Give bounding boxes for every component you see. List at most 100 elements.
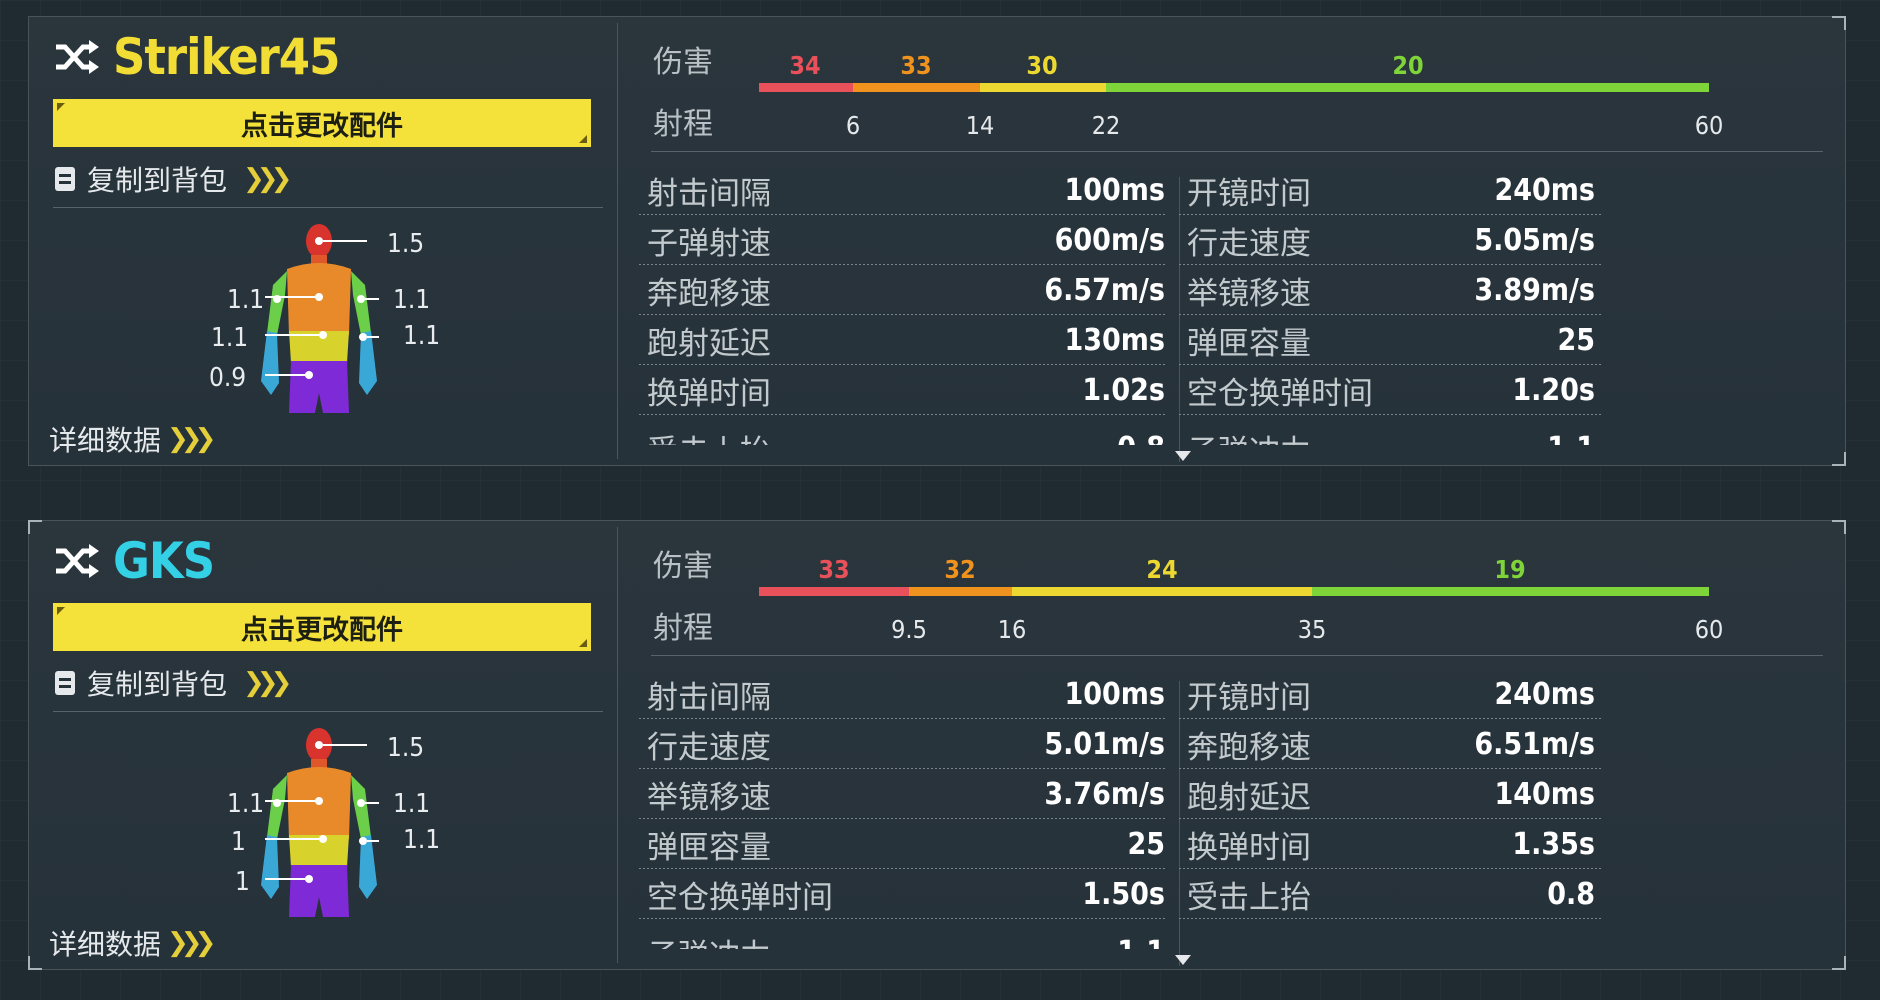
stat-label: 射击间隔 bbox=[647, 175, 771, 212]
damage-value: 33 bbox=[900, 51, 932, 80]
stat-row: 子弹射速 600m/s 行走速度 5.05m/s bbox=[639, 215, 1699, 265]
stat-label: 子弹冲力 bbox=[647, 927, 771, 950]
range-break: 60 bbox=[1694, 615, 1724, 644]
copy-to-backpack-link[interactable]: 复制到背包 ❯❯❯ bbox=[53, 159, 292, 199]
damage-value: 33 bbox=[818, 555, 850, 584]
weapon-name: Striker45 bbox=[113, 28, 340, 86]
corner-bracket bbox=[1832, 956, 1846, 970]
body-figure-icon bbox=[261, 728, 379, 917]
modify-attachments-button[interactable]: 点击更改配件 bbox=[53, 603, 591, 651]
damage-value: 34 bbox=[789, 51, 821, 80]
damage-segment-green bbox=[1106, 83, 1709, 92]
stat-value: 240ms bbox=[1494, 172, 1595, 208]
stat-label: 受击上抬 bbox=[647, 423, 771, 446]
copy-to-backpack-link[interactable]: 复制到背包 ❯❯❯ bbox=[53, 663, 292, 703]
weapon-name: GKS bbox=[113, 532, 215, 590]
stat-value: 100ms bbox=[1064, 172, 1165, 208]
stat-row: 行走速度 5.01m/s 奔跑移速 6.51m/s bbox=[639, 719, 1699, 769]
stat-label: 举镜移速 bbox=[647, 779, 771, 816]
range-break: 35 bbox=[1297, 615, 1327, 644]
stat-label: 射击间隔 bbox=[647, 679, 771, 716]
shuffle-icon[interactable] bbox=[53, 541, 101, 581]
stat-value: 1.50s bbox=[1082, 876, 1165, 912]
chevron-right-icon: ❯❯❯ bbox=[243, 164, 292, 194]
stat-label: 举镜移速 bbox=[1187, 275, 1311, 312]
copy-label: 复制到背包 bbox=[87, 164, 228, 197]
stat-value: 3.89m/s bbox=[1474, 272, 1595, 308]
divider bbox=[53, 207, 603, 208]
stat-row: 射击间隔 100ms 开镜时间 240ms bbox=[639, 165, 1699, 215]
detail-data-link[interactable]: 详细数据 ❯❯❯ bbox=[49, 417, 216, 461]
stat-value: 130ms bbox=[1064, 322, 1165, 358]
document-icon bbox=[55, 167, 75, 191]
chevron-right-icon: ❯❯❯ bbox=[167, 928, 216, 958]
stat-row: 子弹冲力 1.1 bbox=[639, 919, 1699, 950]
stat-label: 空仓换弹时间 bbox=[1187, 375, 1373, 412]
weapon-title[interactable]: GKS bbox=[53, 531, 215, 591]
divider bbox=[651, 655, 1823, 656]
damage-segment-green bbox=[1312, 587, 1709, 596]
stats-list[interactable]: 射击间隔 100ms 开镜时间 240ms 子弹射速 600m/s 行走速度 5… bbox=[639, 165, 1699, 465]
stat-value: 1.1 bbox=[1389, 423, 1595, 446]
weapon-card-1: Striker45 点击更改配件 复制到背包 ❯❯❯ 1.5 1.1 1.1 1… bbox=[28, 16, 1846, 466]
weapon-title[interactable]: Striker45 bbox=[53, 27, 340, 87]
scroll-down-icon[interactable] bbox=[1175, 451, 1191, 461]
stat-label: 子弹冲力 bbox=[1187, 423, 1311, 446]
damage-value: 19 bbox=[1494, 555, 1526, 584]
stat-label: 受击上抬 bbox=[1187, 879, 1311, 916]
stat-value: 1.02s bbox=[1082, 372, 1165, 408]
chest-multiplier: 1.1 bbox=[227, 789, 265, 819]
corner-bracket bbox=[28, 520, 42, 534]
stat-label: 奔跑移速 bbox=[647, 275, 771, 312]
stat-value: 240ms bbox=[1494, 676, 1595, 712]
stat-label: 行走速度 bbox=[1187, 225, 1311, 262]
stat-value: 5.01m/s bbox=[1044, 726, 1165, 762]
stat-label: 弹匣容量 bbox=[1187, 325, 1311, 362]
lower-arm-multiplier: 1.1 bbox=[403, 321, 441, 351]
stat-value: 0.8 bbox=[1547, 876, 1595, 912]
range-break: 16 bbox=[997, 615, 1027, 644]
stat-label: 奔跑移速 bbox=[1187, 729, 1311, 766]
lower-arm-multiplier: 1.1 bbox=[403, 825, 441, 855]
damage-segment-orange bbox=[909, 587, 1012, 596]
damage-value: 24 bbox=[1146, 555, 1178, 584]
stat-label: 跑射延迟 bbox=[647, 325, 771, 362]
range-break: 22 bbox=[1091, 111, 1121, 140]
detail-data-link[interactable]: 详细数据 ❯❯❯ bbox=[49, 921, 216, 965]
stats-list[interactable]: 射击间隔 100ms 开镜时间 240ms 行走速度 5.01m/s 奔跑移速 … bbox=[639, 669, 1699, 969]
divider bbox=[53, 711, 603, 712]
stat-label: 空仓换弹时间 bbox=[647, 879, 833, 916]
stat-value: 1.1 bbox=[939, 927, 1165, 950]
corner-bracket bbox=[1832, 16, 1846, 30]
column-divider bbox=[617, 527, 618, 963]
damage-range-bar bbox=[759, 83, 1709, 92]
stat-label: 开镜时间 bbox=[1187, 679, 1311, 716]
damage-label: 伤害 bbox=[653, 549, 713, 584]
damage-value: 20 bbox=[1392, 51, 1424, 80]
corner-bracket bbox=[1832, 452, 1846, 466]
stat-value: 1.20s bbox=[1512, 372, 1595, 408]
stat-label: 换弹时间 bbox=[1187, 829, 1311, 866]
damage-range-bar bbox=[759, 587, 1709, 596]
damage-segment-red bbox=[759, 587, 909, 596]
stat-label: 行走速度 bbox=[647, 729, 771, 766]
stomach-multiplier: 1 bbox=[231, 827, 246, 857]
stat-row: 空仓换弹时间 1.50s 受击上抬 0.8 bbox=[639, 869, 1699, 919]
stat-value: 5.05m/s bbox=[1474, 222, 1595, 258]
stat-label: 跑射延迟 bbox=[1187, 779, 1311, 816]
shuffle-icon[interactable] bbox=[53, 37, 101, 77]
stat-label: 弹匣容量 bbox=[647, 829, 771, 866]
copy-label: 复制到背包 bbox=[87, 668, 228, 701]
damage-segment-red bbox=[759, 83, 853, 92]
stat-label: 换弹时间 bbox=[647, 375, 771, 412]
legs-multiplier: 1 bbox=[235, 867, 250, 897]
damage-label: 伤害 bbox=[653, 45, 713, 80]
scroll-down-icon[interactable] bbox=[1175, 955, 1191, 965]
stat-value: 25 bbox=[1127, 826, 1165, 862]
damage-segment-yellow bbox=[1012, 587, 1312, 596]
range-break: 14 bbox=[965, 111, 995, 140]
modify-attachments-button[interactable]: 点击更改配件 bbox=[53, 99, 591, 147]
stat-value: 1.35s bbox=[1512, 826, 1595, 862]
damage-value: 30 bbox=[1026, 51, 1058, 80]
stat-row: 射击间隔 100ms 开镜时间 240ms bbox=[639, 669, 1699, 719]
